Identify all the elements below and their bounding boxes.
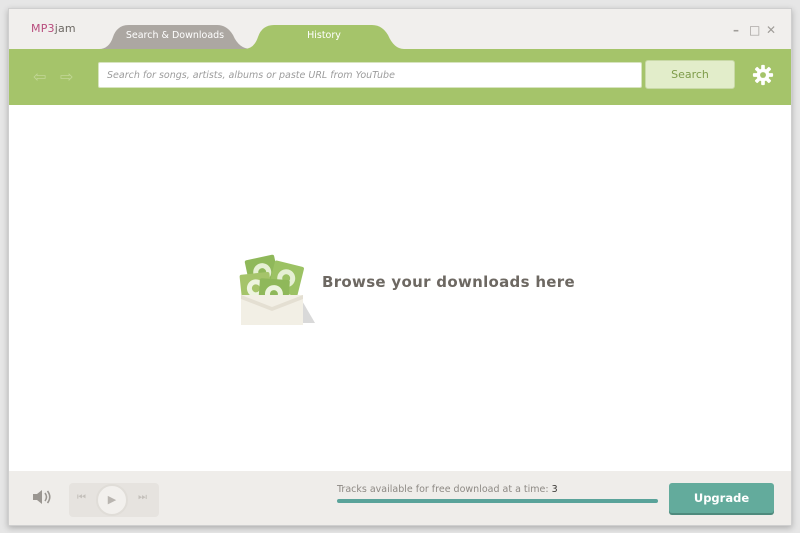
tab-search-label: Search & Downloads [125,30,225,41]
free-tracks-progress-fill [337,499,658,503]
maximize-button[interactable]: □ [749,23,760,37]
upgrade-button[interactable]: Upgrade [669,483,774,513]
playback-controls: ⏮ ▶ ⏭ [69,483,159,517]
logo-prefix: MP3 [31,22,55,35]
forward-arrow-icon[interactable]: ⇨ [60,67,73,86]
tab-history-label: History [307,30,341,41]
search-button[interactable]: Search [645,60,735,89]
logo-suffix: jam [54,22,76,35]
play-button[interactable]: ▶ [96,484,128,516]
player-footer: ⏮ ▶ ⏭ Tracks available for free download… [9,471,791,525]
free-tracks-progress [337,499,658,503]
free-tracks-count: 3 [551,484,558,495]
back-arrow-icon[interactable]: ⇦ [33,67,46,86]
next-track-icon[interactable]: ⏭ [138,492,147,503]
play-icon: ▶ [107,493,117,506]
tab-history[interactable]: History [244,23,404,49]
close-button[interactable]: ✕ [766,23,776,37]
app-logo: MP3jam [31,22,76,35]
app-window: MP3jam Search & Downloads History – □ ✕ … [8,8,792,526]
previous-track-icon[interactable]: ⏮ [77,492,86,503]
volume-icon[interactable] [31,488,53,506]
search-input[interactable] [98,62,642,88]
free-tracks-label: Tracks available for free download at a … [337,484,552,495]
history-content-area: Browse your downloads here [9,105,791,471]
empty-state-message: Browse your downloads here [322,273,575,291]
tab-search-downloads[interactable]: Search & Downloads [99,23,251,49]
downloads-envelope-icon [239,254,315,325]
title-bar: MP3jam Search & Downloads History – □ ✕ [9,9,791,49]
minimize-button[interactable]: – [733,23,739,37]
free-tracks-info: Tracks available for free download at a … [337,484,558,495]
gear-icon[interactable] [752,64,774,86]
